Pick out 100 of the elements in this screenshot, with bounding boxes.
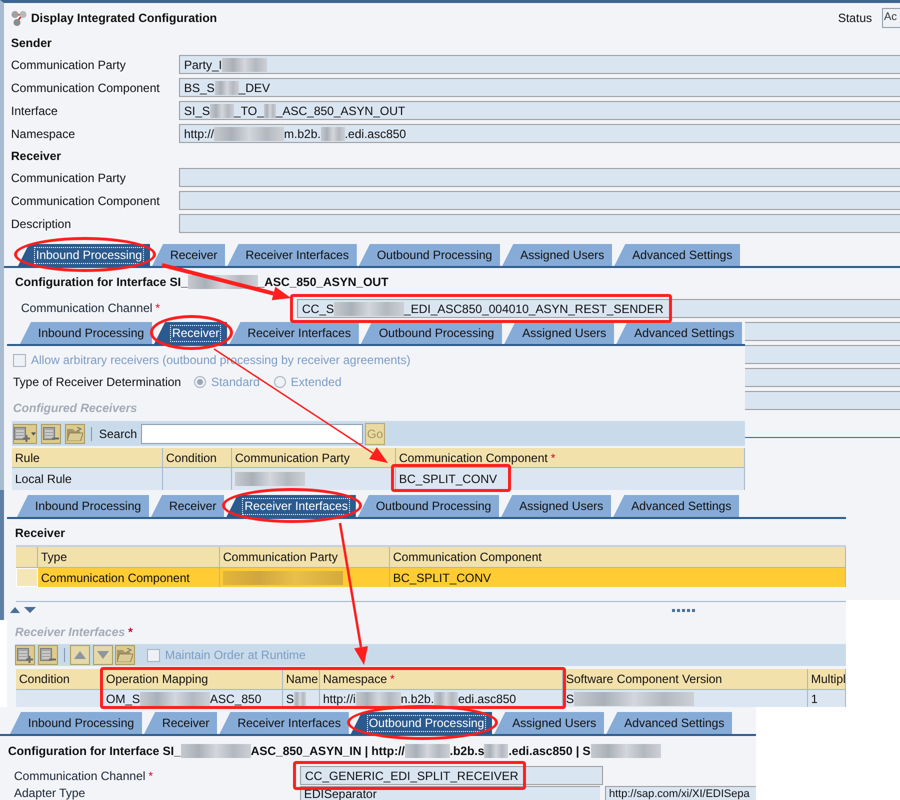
tab[interactable]: Inbound Processing [18,244,150,266]
open-button[interactable] [115,645,135,665]
tab[interactable]: Receiver [151,495,224,517]
text-field[interactable] [745,368,900,387]
table-plus-icon [17,647,33,663]
column-header: Operation Mapping [103,669,283,689]
text-field[interactable] [179,191,900,210]
open-button[interactable] [65,424,85,444]
tab[interactable]: Receiver [152,244,226,266]
tab[interactable]: Assigned Users [494,712,604,734]
text-field[interactable]: http://sap.com/xi/XI/EDISepa [605,786,756,800]
move-down-button[interactable] [93,645,113,665]
checkbox-label: Maintain Order at Runtime [165,647,306,664]
row-selector[interactable] [16,568,38,587]
column-header: Condition [163,448,232,467]
text-field[interactable] [179,214,900,233]
text-field[interactable] [179,168,900,187]
section-heading: Sender [11,34,52,52]
field-label: Communication Component [11,194,160,208]
tab[interactable]: Advanced Settings [606,712,732,734]
field-label: Type of Receiver Determination [13,374,182,390]
tab[interactable]: Inbound Processing [17,495,150,517]
table-cell: Communication Component [38,568,220,587]
add-row-button[interactable] [13,424,37,444]
field-label: Communication Party [11,170,126,184]
move-up-button[interactable] [70,645,90,665]
table-cell: 1 [808,690,846,707]
page-title: Display Integrated Configuration [31,10,218,26]
search-field[interactable] [141,424,364,444]
text-field[interactable] [745,322,900,341]
status-field[interactable]: Ac [882,8,900,28]
column-header: Type [38,547,220,567]
tab[interactable]: Advanced Settings [614,244,740,266]
add-row-button[interactable] [15,645,35,665]
tab[interactable]: Outbound Processing [358,495,500,517]
field-label: Adapter Type [14,786,86,800]
table-minus-icon [43,426,59,442]
column-header: Multipl [808,669,846,689]
section-title: Receiver Interfaces * [15,624,133,641]
remove-row-button[interactable] [38,645,58,665]
down-triangle-icon [97,651,109,659]
status-label: Status [838,10,872,26]
column-header: Rule [12,448,163,467]
column-header: Condition [16,669,103,689]
section-heading: Receiver [15,525,66,542]
text-field[interactable]: http:// m.b2b. .edi.asc850 [179,124,900,143]
tab[interactable]: Inbound Processing [20,322,152,344]
tab[interactable]: Outbound Processing [358,244,500,266]
tab[interactable]: Assigned Users [501,495,612,517]
table-minus-icon [40,647,56,663]
tab[interactable]: Receiver [154,322,228,344]
tab[interactable]: Inbound Processing [10,712,142,734]
section-title: Configured Receivers [13,400,138,417]
field-label: Namespace [11,126,76,140]
tab[interactable]: Advanced Settings [616,322,742,344]
radio-label: Extended [290,374,342,390]
column-header: Name [283,669,320,689]
tab[interactable]: Assigned Users [504,322,614,344]
column-header: Namespace * [320,669,563,689]
radio-label: Standard [211,374,260,390]
tab[interactable]: Receiver [144,712,218,734]
text-field[interactable]: CC_S _EDI_ASC850_004010_ASYN_REST_SENDER [297,298,900,318]
table-cell: S [283,690,320,707]
text-field[interactable]: CC_GENERIC_EDI_SPLIT_RECEIVER [300,766,603,785]
text-field[interactable]: Party_I [179,55,900,74]
up-triangle-icon [74,651,86,659]
text-field[interactable]: SI_S _TO_ _ASC_850_ASYN_OUT [179,101,900,120]
field-label: Communication Component [11,80,160,94]
tab[interactable]: Outbound Processing [360,322,502,344]
section-heading: Receiver [11,148,62,164]
table-plus-icon [14,426,30,442]
tab[interactable]: Advanced Settings [613,495,740,517]
grip-dots-icon [672,608,695,612]
text-field[interactable] [745,391,900,410]
folder-icon [67,426,83,440]
tab[interactable]: Receiver Interfaces [229,322,359,344]
table-cell: http://i n.b2b. edi.asc850 [320,690,563,707]
column-header: Communication Party [220,547,390,567]
caret-icon [31,432,36,436]
section-title: Configuration for Interface SI_ _ASC_850_ASYN_OUT [15,274,388,291]
field-label: Communication Channel * [21,301,160,315]
search-label: Search [99,426,138,442]
tab[interactable]: Receiver Interfaces [227,244,357,266]
remove-row-button[interactable] [41,424,61,444]
text-field[interactable]: BS_S _DEV [179,78,900,97]
text-field[interactable] [745,345,900,364]
field-label: Communication Channel * [14,768,154,782]
spheres-icon [11,10,27,26]
table-cell: S [563,690,808,707]
table-cell-text: BC_SPLIT_CONV [399,471,498,488]
field-label: Communication Party [11,58,126,72]
tab[interactable]: Assigned Users [502,244,612,266]
tab[interactable]: Outbound Processing [350,712,492,734]
tab[interactable]: Receiver Interfaces [219,712,349,734]
tab[interactable]: Receiver Interfaces [226,495,356,517]
folder-icon [117,648,133,662]
column-header: Software Component Version [563,669,808,689]
field-label: Description [11,216,72,230]
up-down-arrows-icon [10,607,36,613]
section-title: Configuration for Interface SI_ ASC_850_ASYN_IN | http:// .b2b.s .edi.asc850 | S [8,742,661,760]
